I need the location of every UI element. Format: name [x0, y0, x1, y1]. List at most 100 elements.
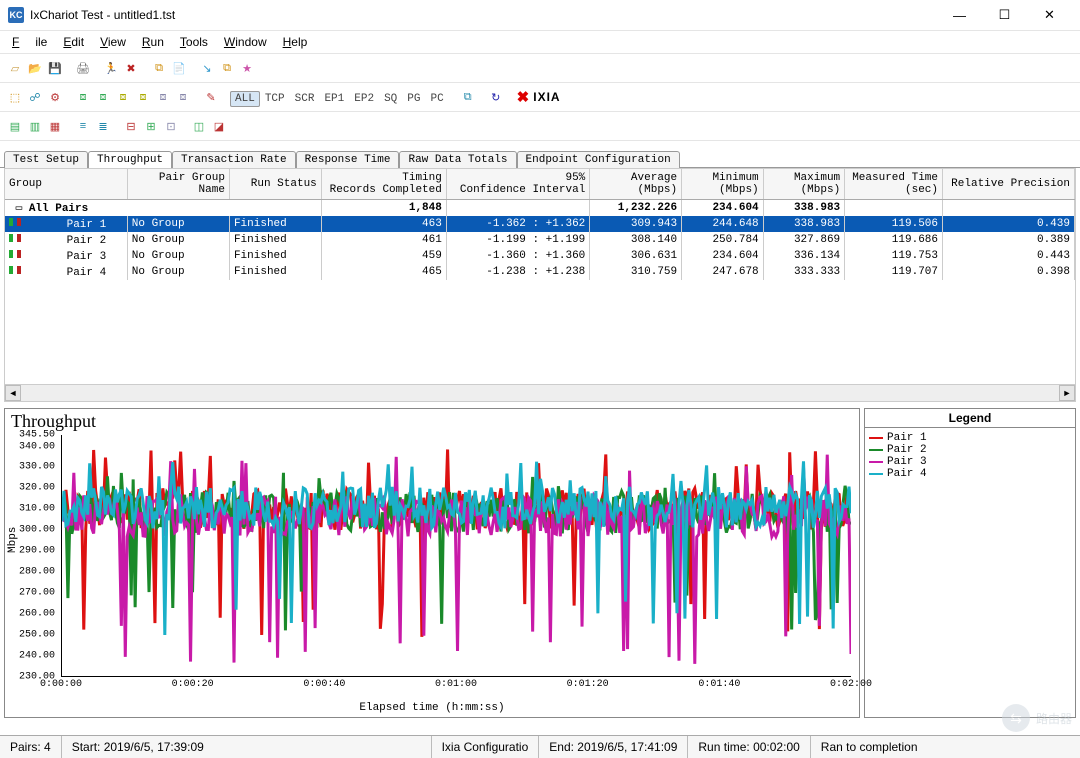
- tb3-icon-1[interactable]: ▤: [6, 117, 24, 135]
- tb2-icon-7[interactable]: ⧈: [134, 88, 152, 106]
- group-row-label[interactable]: ▭ All Pairs: [5, 200, 321, 217]
- pairs-icon[interactable]: ⧉: [150, 59, 168, 77]
- filter-ep1[interactable]: EP1: [319, 91, 349, 107]
- watermark: ⇆ 路由器: [1002, 704, 1072, 732]
- table-row[interactable]: Pair 2No GroupFinished461-1.199 : +1.199…: [5, 232, 1075, 248]
- col-header[interactable]: 95%Confidence Interval: [446, 169, 589, 200]
- col-header[interactable]: Minimum(Mbps): [682, 169, 764, 200]
- tb3-icon-2[interactable]: ▥: [26, 117, 44, 135]
- save-icon[interactable]: 💾: [46, 59, 64, 77]
- legend-item[interactable]: Pair 4: [869, 468, 1071, 480]
- tb3-icon-6[interactable]: ⊟: [122, 117, 140, 135]
- filter-all[interactable]: ALL: [230, 91, 260, 107]
- col-header[interactable]: Relative Precision: [943, 169, 1075, 200]
- print-icon[interactable]: 🖨: [74, 59, 92, 77]
- wizard-icon[interactable]: ★: [238, 59, 256, 77]
- import-icon[interactable]: ↘: [198, 59, 216, 77]
- maximize-button[interactable]: ☐: [982, 0, 1027, 30]
- pair-icon: [9, 249, 21, 259]
- menu-help[interactable]: Help: [275, 33, 316, 51]
- chart-series-line: [62, 455, 851, 664]
- menu-tools[interactable]: Tools: [172, 33, 216, 51]
- tb2-icon-9[interactable]: ⧈: [174, 88, 192, 106]
- status-pairs: Pairs: 4: [0, 736, 62, 758]
- filter-scr[interactable]: SCR: [290, 91, 320, 107]
- pair-icon: [9, 265, 21, 275]
- results-tabs: Test SetupThroughputTransaction RateResp…: [0, 141, 1080, 168]
- tb3-icon-4[interactable]: ≡: [74, 117, 92, 135]
- menu-run[interactable]: Run: [134, 33, 172, 51]
- col-header[interactable]: Run Status: [229, 169, 321, 200]
- col-header[interactable]: TimingRecords Completed: [321, 169, 446, 200]
- tab-raw-data-totals[interactable]: Raw Data Totals: [399, 151, 516, 168]
- tab-endpoint-configuration[interactable]: Endpoint Configuration: [517, 151, 680, 168]
- tb3-icon-9[interactable]: ◫: [190, 117, 208, 135]
- horizontal-scrollbar[interactable]: ◄ ►: [5, 384, 1075, 401]
- x-tick-label: 0:00:20: [172, 679, 214, 690]
- legend-item[interactable]: Pair 3: [869, 456, 1071, 468]
- chart-legend: Legend Pair 1Pair 2Pair 3Pair 4: [864, 408, 1076, 718]
- legend-item[interactable]: Pair 1: [869, 432, 1071, 444]
- toolbar-2: ⬚ ☍ ⚙ ⧈ ⧈ ⧈ ⧈ ⧈ ⧈ ✎ ALLTCPSCREP1EP2SQPGP…: [0, 83, 1080, 112]
- refresh-icon[interactable]: ↻: [487, 88, 505, 106]
- chart-config-icon[interactable]: ⧉: [459, 88, 477, 106]
- open-icon[interactable]: 📂: [26, 59, 44, 77]
- tb2-icon-1[interactable]: ⬚: [6, 88, 24, 106]
- tb2-icon-8[interactable]: ⧈: [154, 88, 172, 106]
- menu-view[interactable]: View: [92, 33, 134, 51]
- minimize-button[interactable]: —: [937, 0, 982, 30]
- script-icon[interactable]: 📄: [170, 59, 188, 77]
- filter-sq[interactable]: SQ: [379, 91, 402, 107]
- run-icon[interactable]: 🏃: [102, 59, 120, 77]
- tb3-icon-10[interactable]: ◪: [210, 117, 228, 135]
- pair-icon: [9, 233, 21, 243]
- y-tick-label: 260.00: [19, 609, 55, 620]
- chart-edit-icon[interactable]: ✎: [202, 88, 220, 106]
- stop-icon[interactable]: ✖: [122, 59, 140, 77]
- tb2-icon-5[interactable]: ⧈: [94, 88, 112, 106]
- tb2-icon-2[interactable]: ☍: [26, 88, 44, 106]
- tb3-icon-8[interactable]: ⊡: [162, 117, 180, 135]
- tab-test-setup[interactable]: Test Setup: [4, 151, 88, 168]
- table-row[interactable]: Pair 3No GroupFinished459-1.360 : +1.360…: [5, 248, 1075, 264]
- filter-ep2[interactable]: EP2: [349, 91, 379, 107]
- legend-title: Legend: [865, 409, 1075, 428]
- tb2-icon-4[interactable]: ⧈: [74, 88, 92, 106]
- legend-item[interactable]: Pair 2: [869, 444, 1071, 456]
- menu-file[interactable]: File: [4, 33, 55, 51]
- x-tick-label: 0:01:40: [698, 679, 740, 690]
- y-tick-label: 290.00: [19, 546, 55, 557]
- col-header[interactable]: Measured Time(sec): [845, 169, 943, 200]
- col-header[interactable]: Maximum(Mbps): [763, 169, 845, 200]
- cell: 234.604: [682, 200, 764, 217]
- filter-pg[interactable]: PG: [402, 91, 425, 107]
- close-button[interactable]: ✕: [1027, 0, 1072, 30]
- new-icon[interactable]: ▱: [6, 59, 24, 77]
- col-header[interactable]: Pair Group Name: [127, 169, 229, 200]
- menu-bar: File Edit View Run Tools Window Help: [0, 31, 1080, 54]
- tb2-icon-3[interactable]: ⚙: [46, 88, 64, 106]
- scroll-right-icon[interactable]: ►: [1059, 385, 1075, 401]
- tab-transaction-rate[interactable]: Transaction Rate: [172, 151, 296, 168]
- filter-pc[interactable]: PC: [425, 91, 448, 107]
- table-row[interactable]: Pair 1No GroupFinished463-1.362 : +1.362…: [5, 216, 1075, 232]
- y-tick-label: 345.50: [19, 430, 55, 441]
- status-config: Ixia Configuratio: [432, 736, 540, 758]
- tb3-icon-3[interactable]: ▦: [46, 117, 64, 135]
- col-header[interactable]: Group: [5, 169, 127, 200]
- menu-edit[interactable]: Edit: [55, 33, 92, 51]
- y-tick-label: 340.00: [19, 441, 55, 452]
- copy-icon[interactable]: ⧉: [218, 59, 236, 77]
- tb3-icon-7[interactable]: ⊞: [142, 117, 160, 135]
- tb2-icon-6[interactable]: ⧈: [114, 88, 132, 106]
- menu-window[interactable]: Window: [216, 33, 275, 51]
- tab-throughput[interactable]: Throughput: [88, 151, 172, 168]
- table-row[interactable]: Pair 4No GroupFinished465-1.238 : +1.238…: [5, 264, 1075, 280]
- chart-x-label: Elapsed time (h:mm:ss): [5, 702, 859, 714]
- tb3-icon-5[interactable]: ≣: [94, 117, 112, 135]
- filter-tcp[interactable]: TCP: [260, 91, 290, 107]
- col-header[interactable]: Average(Mbps): [590, 169, 682, 200]
- y-tick-label: 250.00: [19, 630, 55, 641]
- scroll-left-icon[interactable]: ◄: [5, 385, 21, 401]
- tab-response-time[interactable]: Response Time: [296, 151, 400, 168]
